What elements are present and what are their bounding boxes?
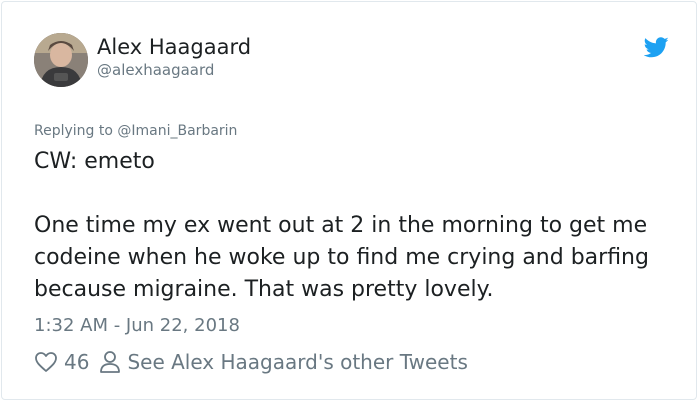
person-icon[interactable] — [99, 350, 121, 374]
timestamp-link[interactable]: 1:32 AM - Jun 22, 2018 — [34, 315, 240, 336]
author-handle[interactable]: @alexhaagaard — [97, 61, 214, 79]
tweet-text: CW: emeto One time my ex went out at 2 i… — [34, 146, 674, 306]
reply-prefix: Replying to — [34, 123, 118, 139]
avatar[interactable] — [34, 33, 88, 87]
tweet-text-line: CW: emeto — [34, 149, 155, 174]
action-bar: 46 See Alex Haagaard's other Tweets — [34, 348, 468, 376]
tweet-card: Alex Haagaard @alexhaagaard Replying to … — [1, 1, 697, 400]
reply-mention-link[interactable]: @Imani_Barbarin — [117, 123, 237, 139]
twitter-bird-icon[interactable] — [644, 37, 669, 58]
author-name[interactable]: Alex Haagaard — [97, 35, 251, 59]
other-tweets-link[interactable]: See Alex Haagaard's other Tweets — [127, 350, 467, 374]
like-count[interactable]: 46 — [64, 350, 89, 374]
tweet-text-paragraph: One time my ex went out at 2 in the morn… — [34, 213, 649, 302]
reply-context: Replying to @Imani_Barbarin — [34, 123, 237, 139]
heart-icon[interactable] — [34, 350, 58, 374]
